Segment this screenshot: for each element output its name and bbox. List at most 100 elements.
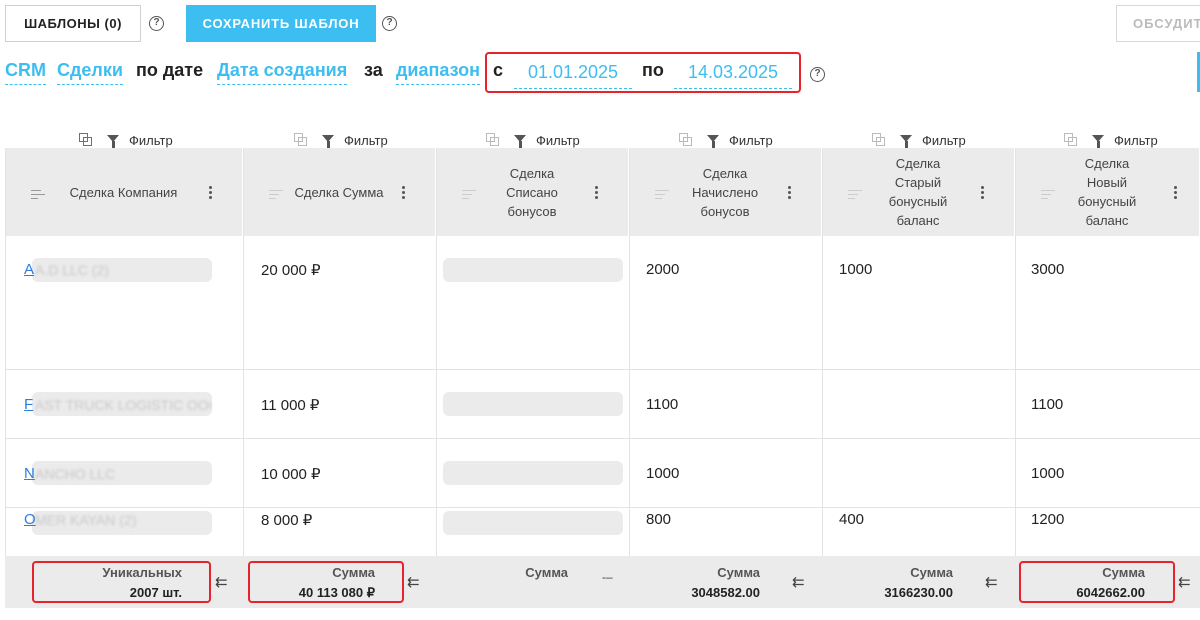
sort-clear-icon[interactable]: [655, 190, 669, 200]
redacted-block: [443, 392, 623, 416]
column-filter[interactable]: Фильтр: [486, 130, 580, 150]
old-balance-cell: 400: [839, 511, 865, 528]
amount-cell: 8 000 ₽: [261, 512, 313, 529]
highlight-box: [1019, 561, 1175, 603]
filter-icon: [107, 134, 119, 148]
footer-value: 3048582.00: [691, 585, 760, 600]
source-selector[interactable]: CRM: [5, 60, 46, 85]
new-balance-cell: 1100: [1031, 396, 1064, 413]
sort-icon[interactable]: [31, 190, 45, 200]
sort-clear-icon[interactable]: [269, 190, 283, 200]
company-link[interactable]: A: [24, 261, 34, 278]
column-header-new-balance[interactable]: Сделка Новый бонусный баланс: [1015, 148, 1200, 236]
grid-line: [822, 148, 823, 608]
company-link[interactable]: N: [24, 465, 35, 482]
more-icon[interactable]: [209, 186, 212, 200]
old-balance-cell: 1000: [839, 261, 873, 278]
collapse-icon[interactable]: ⇇: [215, 573, 228, 591]
copy-icon[interactable]: [294, 133, 308, 147]
column-filter[interactable]: Фильтр: [79, 130, 173, 150]
column-title: Сделка Списано бонусов: [506, 165, 558, 219]
sort-clear-icon[interactable]: [1041, 190, 1055, 200]
collapse-icon[interactable]: ⇇: [407, 573, 420, 591]
more-icon[interactable]: [595, 186, 598, 200]
sort-clear-icon[interactable]: [462, 190, 476, 200]
accrued-cell: 1100: [646, 396, 679, 413]
highlight-box: [32, 561, 211, 603]
new-balance-cell: 1200: [1031, 511, 1065, 528]
column-header-amount[interactable]: Сделка Сумма: [243, 148, 436, 236]
date-range-highlight: [485, 52, 801, 93]
copy-icon[interactable]: [486, 133, 500, 147]
footer-label: Сумма: [525, 565, 568, 580]
more-icon[interactable]: [1174, 186, 1177, 200]
footer-label: Сумма: [717, 565, 760, 580]
filter-label: Фильтр: [536, 132, 580, 148]
by-date-label: по дате: [136, 60, 204, 80]
more-icon[interactable]: [402, 186, 405, 200]
grid-line: [5, 369, 1200, 370]
save-template-button[interactable]: СОХРАНИТЬ ШАБЛОН: [186, 5, 376, 42]
company-name-redacted: AST TRUCK LOGISTIC OOO: [35, 397, 211, 413]
redacted-block: [443, 461, 623, 485]
collapse-icon[interactable]: ⇇: [985, 573, 998, 591]
redacted-block: [443, 258, 623, 282]
new-balance-cell: 3000: [1031, 261, 1065, 278]
new-balance-cell: 1000: [1031, 465, 1065, 482]
grid-line: [243, 148, 244, 608]
column-header-old-balance[interactable]: Сделка Старый бонусный баланс: [822, 148, 1015, 236]
collapse-icon[interactable]: ⇇: [792, 573, 805, 591]
grid-line: [1015, 148, 1016, 608]
filter-icon: [322, 134, 334, 148]
copy-icon[interactable]: [872, 133, 886, 147]
help-icon[interactable]: ?: [149, 16, 164, 31]
copy-icon[interactable]: [1064, 133, 1078, 147]
column-filter[interactable]: Фильтр: [1064, 130, 1158, 150]
column-title: Сделка Старый бонусный баланс: [888, 156, 948, 228]
column-header-written-off[interactable]: Сделка Списано бонусов: [436, 148, 629, 236]
column-header-company[interactable]: Сделка Компания: [5, 148, 243, 236]
highlight-box: [248, 561, 404, 603]
amount-cell: 11 000 ₽: [261, 397, 320, 414]
discuss-button[interactable]: ОБСУДИТ: [1116, 5, 1200, 42]
more-icon[interactable]: [981, 186, 984, 200]
redacted-block: [443, 511, 623, 535]
company-link[interactable]: F: [24, 396, 33, 413]
filter-label: Фильтр: [129, 132, 173, 148]
grid-line: [5, 148, 6, 608]
company-link[interactable]: O: [24, 511, 36, 528]
copy-icon[interactable]: [79, 133, 93, 147]
sort-clear-icon[interactable]: [848, 190, 862, 200]
column-title: Сделка Начислено бонусов: [691, 165, 759, 219]
column-title: Сделка Новый бонусный баланс: [1077, 156, 1137, 228]
column-filter[interactable]: Фильтр: [872, 130, 966, 150]
grid-line: [436, 148, 437, 608]
filter-icon: [514, 134, 526, 148]
more-icon[interactable]: [788, 186, 791, 200]
range-selector[interactable]: диапазон: [396, 60, 480, 85]
filter-label: Фильтр: [922, 132, 966, 148]
help-icon[interactable]: ?: [382, 16, 397, 31]
filter-label: Фильтр: [729, 132, 773, 148]
column-header-accrued[interactable]: Сделка Начислено бонусов: [629, 148, 822, 236]
grid-line: [629, 148, 630, 608]
collapse-icon[interactable]: ⇇: [1178, 573, 1191, 591]
footer-label: Сумма: [910, 565, 953, 580]
entity-selector[interactable]: Сделки: [57, 60, 123, 85]
copy-icon[interactable]: [679, 133, 693, 147]
grid-line: [5, 438, 1200, 439]
amount-cell: 20 000 ₽: [261, 262, 321, 279]
collapse-icon[interactable]: ‐–: [602, 570, 613, 584]
filter-icon: [900, 134, 912, 148]
filter-icon: [1092, 134, 1104, 148]
column-filter[interactable]: Фильтр: [294, 130, 388, 150]
help-icon[interactable]: ?: [810, 67, 825, 82]
filter-label: Фильтр: [1114, 132, 1158, 148]
accrued-cell: 800: [646, 511, 672, 528]
footer-value: 3166230.00: [884, 585, 953, 600]
amount-cell: 10 000 ₽: [261, 466, 321, 483]
date-field-selector[interactable]: Дата создания: [217, 60, 348, 85]
column-filter[interactable]: Фильтр: [679, 130, 773, 150]
templates-button[interactable]: ШАБЛОНЫ (0): [5, 5, 141, 42]
company-name-redacted: A.D LLC (2): [35, 262, 109, 278]
